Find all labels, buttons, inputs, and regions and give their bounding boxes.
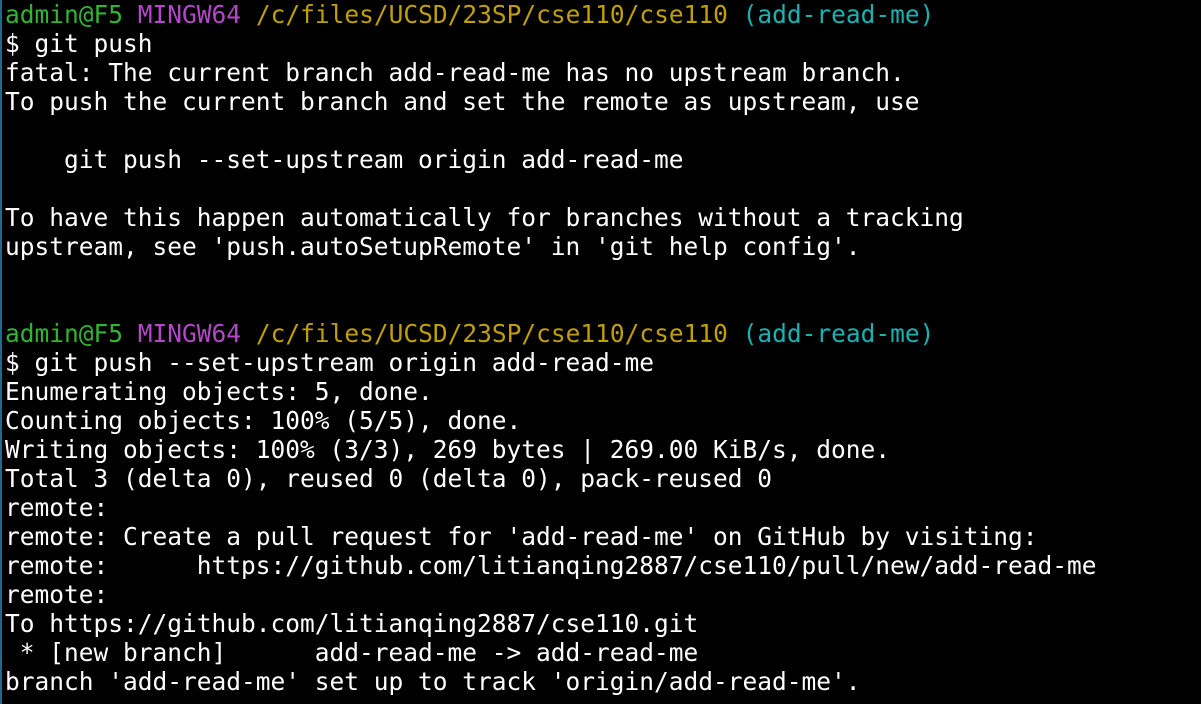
prompt-line: admin@F5 MINGW64 /c/files/UCSD/23SP/cse1…	[5, 319, 1201, 348]
output-line: To push the current branch and set the r…	[5, 87, 920, 116]
output-line: remote: Create a pull request for 'add-r…	[5, 522, 1038, 551]
output-line: upstream, see 'push.autoSetupRemote' in …	[5, 232, 861, 261]
prompt-branch: (add-read-me)	[742, 319, 935, 348]
output-line: Writing objects: 100% (3/3), 269 bytes |…	[5, 435, 891, 464]
terminal-window[interactable]: admin@F5 MINGW64 /c/files/UCSD/23SP/cse1…	[0, 0, 1201, 704]
output-line: branch 'add-read-me' set up to track 'or…	[5, 667, 861, 696]
output-line: remote:	[5, 493, 109, 522]
prompt-path: /c/files/UCSD/23SP/cse110/cse110	[255, 0, 728, 29]
command-line: $ git push --set-upstream origin add-rea…	[5, 348, 655, 377]
output-line: To https://github.com/litianqing2887/cse…	[5, 609, 699, 638]
output-line: fatal: The current branch add-read-me ha…	[5, 58, 905, 87]
output-line: remote: https://github.com/litianqing288…	[5, 551, 1097, 580]
output-line: To have this happen automatically for br…	[5, 203, 964, 232]
prompt-user-host: admin@F5	[5, 0, 124, 29]
output-line: remote:	[5, 580, 109, 609]
prompt-branch: (add-read-me)	[742, 0, 935, 29]
prompt-path: /c/files/UCSD/23SP/cse110/cse110	[255, 319, 728, 348]
command-line: $ git push	[5, 29, 153, 58]
prompt-env: MINGW64	[137, 0, 242, 29]
output-line: git push --set-upstream origin add-read-…	[5, 145, 684, 174]
prompt-line: admin@F5 MINGW64 /c/files/UCSD/23SP/cse1…	[5, 0, 1201, 29]
prompt-user-host: admin@F5	[5, 319, 124, 348]
output-line: Total 3 (delta 0), reused 0 (delta 0), p…	[5, 464, 773, 493]
prompt-env: MINGW64	[137, 319, 242, 348]
output-line: * [new branch] add-read-me -> add-read-m…	[5, 638, 699, 667]
output-line: Counting objects: 100% (5/5), done.	[5, 406, 522, 435]
output-line: Enumerating objects: 5, done.	[5, 377, 433, 406]
